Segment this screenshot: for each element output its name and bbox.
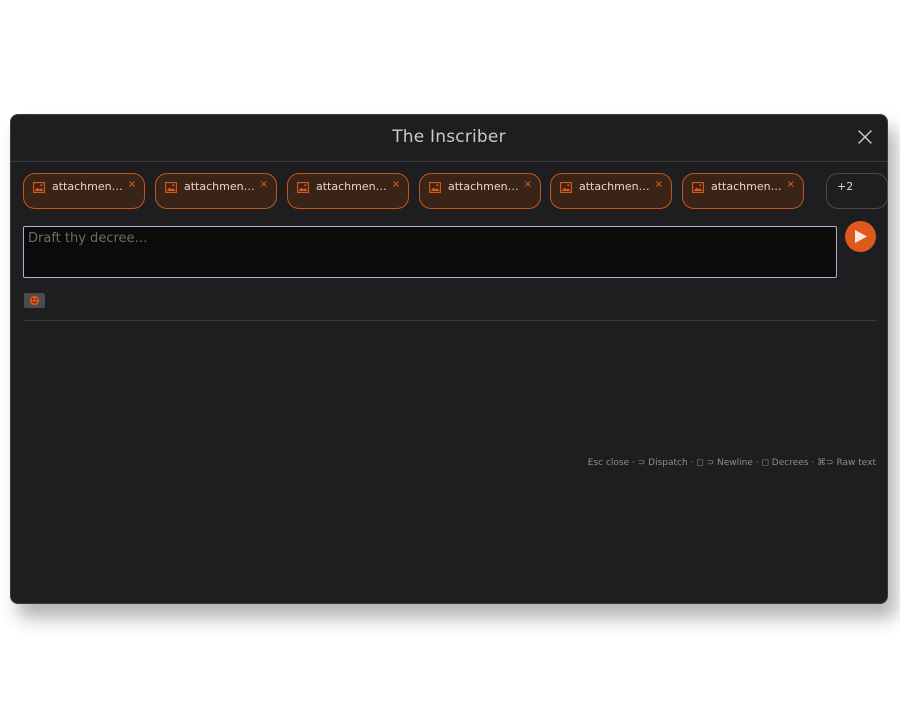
remove-attachment-icon[interactable]: × xyxy=(260,179,268,191)
attachment-chip[interactable]: attachment-5.png × xyxy=(550,173,672,209)
attachment-chip[interactable]: attachment-1.png × xyxy=(23,173,145,209)
remove-attachment-icon[interactable]: × xyxy=(392,179,400,191)
attachment-name: attachment-1.png xyxy=(52,180,126,193)
attachment-name: attachment-4.png xyxy=(448,180,522,193)
more-attachments-count: +2 xyxy=(837,180,854,193)
image-icon xyxy=(692,182,704,193)
keyboard-hints: Esc close · ⊃ Dispatch · ◻ ⊃ Newline · ◻… xyxy=(587,458,876,468)
remove-attachment-icon[interactable]: × xyxy=(655,179,663,191)
attachment-chip[interactable]: attachment-4.png × xyxy=(419,173,541,209)
dialog-title: The Inscriber xyxy=(392,127,506,147)
play-icon xyxy=(855,230,867,243)
emoji-button[interactable] xyxy=(24,293,45,308)
inscriber-dialog: The Inscriber attachment-1.png × attachm… xyxy=(10,114,888,604)
attachment-chip[interactable]: attachment-6.png × xyxy=(682,173,804,209)
attachment-list: attachment-1.png × attachment-2.png × at… xyxy=(23,173,888,211)
decree-input[interactable] xyxy=(27,229,828,275)
image-icon xyxy=(33,182,45,193)
divider xyxy=(23,320,877,321)
image-icon xyxy=(429,182,441,193)
attachment-chip[interactable]: attachment-2.png × xyxy=(155,173,277,209)
remove-attachment-icon[interactable]: × xyxy=(128,179,136,191)
image-icon xyxy=(297,182,309,193)
more-attachments-chip[interactable]: +2 xyxy=(826,173,888,209)
remove-attachment-icon[interactable]: × xyxy=(524,179,532,191)
attachment-name: attachment-2.png xyxy=(184,180,258,193)
remove-attachment-icon[interactable]: × xyxy=(787,179,795,191)
dialog-header: The Inscriber xyxy=(11,115,887,162)
decree-input-box[interactable] xyxy=(23,226,837,278)
attachment-chip[interactable]: attachment-3.png × xyxy=(287,173,409,209)
image-icon xyxy=(165,182,177,193)
send-button[interactable] xyxy=(845,221,876,252)
emoji-icon xyxy=(29,295,40,306)
attachment-name: attachment-3.png xyxy=(316,180,390,193)
attachment-name: attachment-6.png xyxy=(711,180,785,193)
image-icon xyxy=(560,182,572,193)
close-icon[interactable] xyxy=(857,129,873,145)
attachment-name: attachment-5.png xyxy=(579,180,653,193)
